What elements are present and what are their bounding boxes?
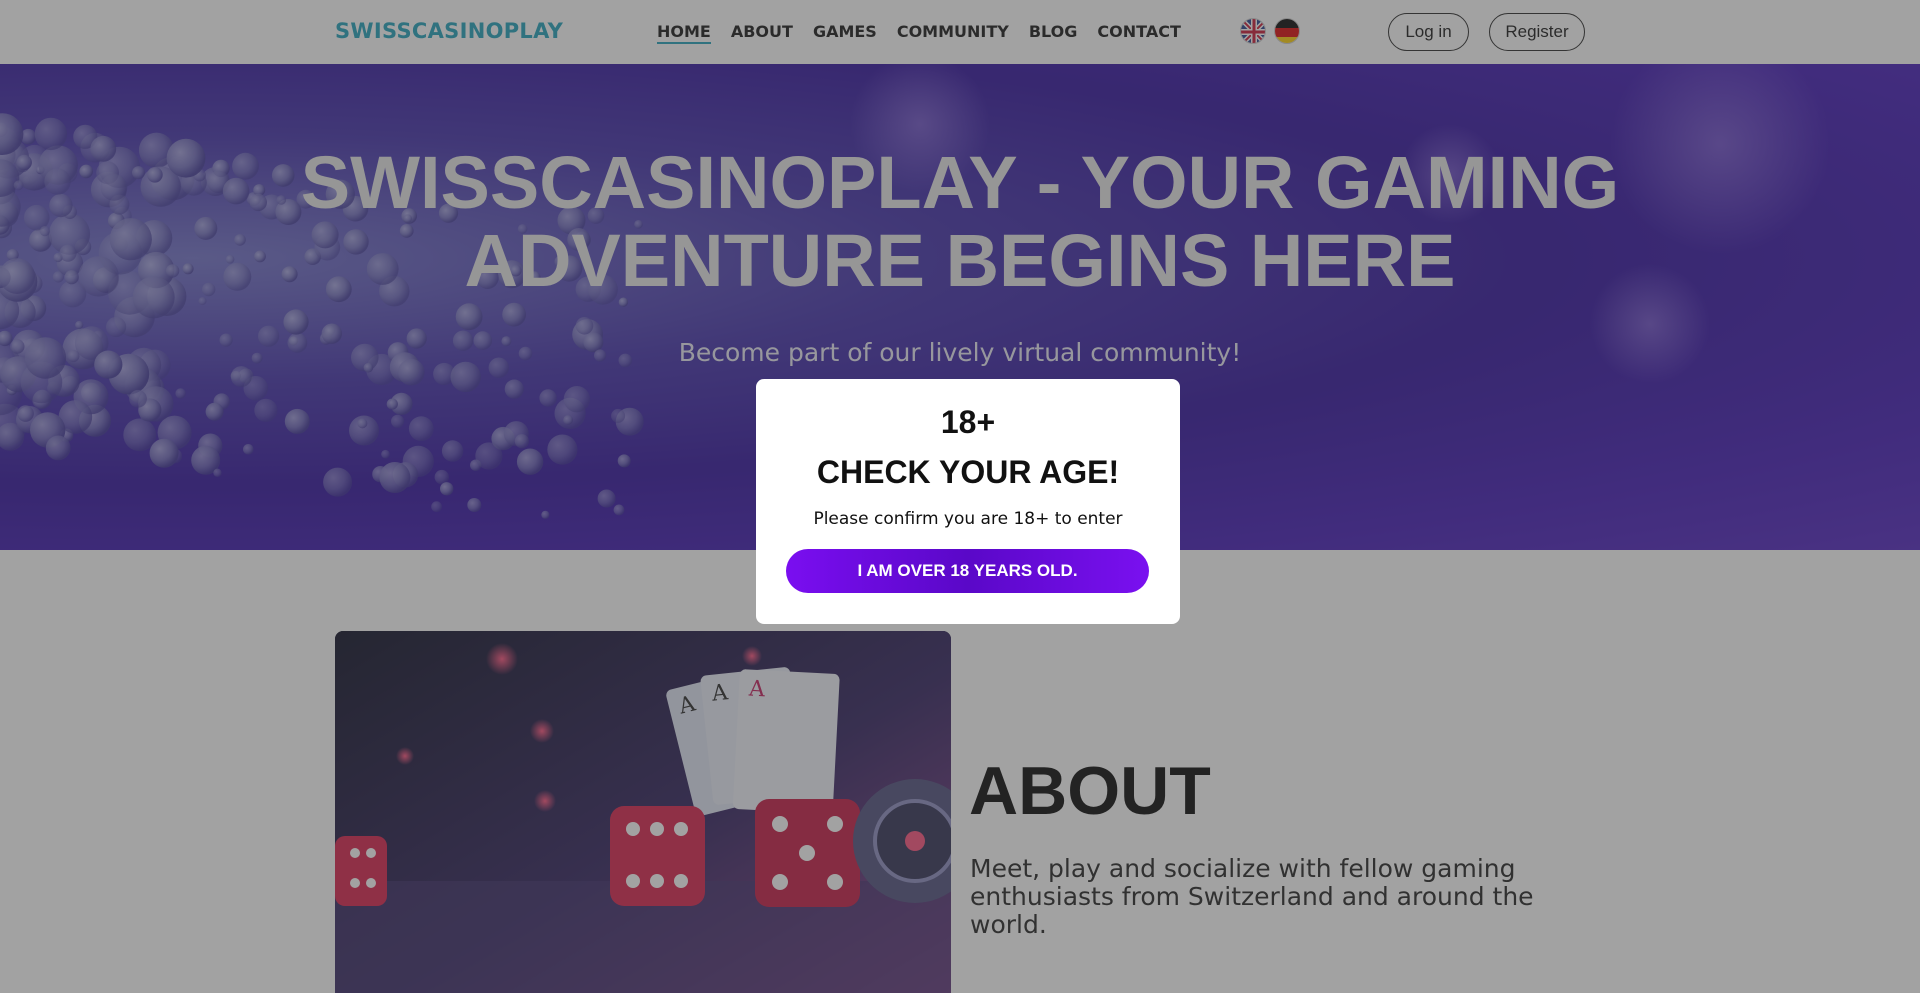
confirm-age-button[interactable]: I AM OVER 18 YEARS OLD.: [786, 549, 1149, 593]
age-check-modal: 18+ CHECK YOUR AGE! Please confirm you a…: [756, 379, 1180, 624]
age-modal-text: Please confirm you are 18+ to enter: [813, 509, 1123, 529]
age-modal-title: CHECK YOUR AGE!: [816, 454, 1120, 490]
age-badge: 18+: [940, 404, 996, 440]
